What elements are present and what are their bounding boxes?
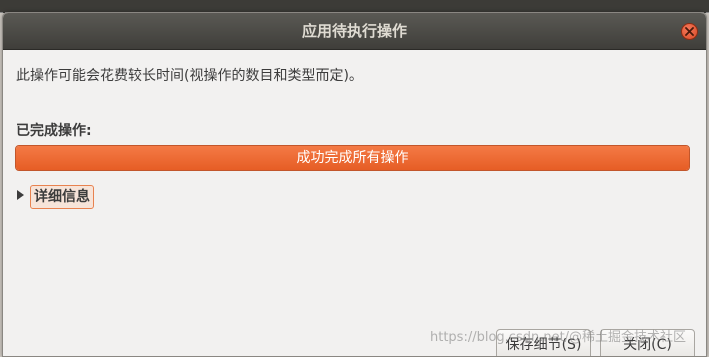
watermark: https://blog.csdn.net/@稀土掘金技术社区 — [430, 330, 687, 345]
expander-arrow-icon — [17, 190, 24, 200]
close-icon — [685, 27, 694, 36]
completed-operations-label: 已完成操作: — [16, 123, 92, 139]
close-window-button[interactable] — [681, 23, 698, 40]
details-label[interactable]: 详细信息 — [30, 185, 94, 209]
titlebar: 应用待执行操作 — [3, 13, 706, 50]
pending-operations-dialog: 应用待执行操作 此操作可能会花费较长时间(视操作的数目和类型而定)。 已完成操作… — [2, 12, 707, 357]
progress-text: 成功完成所有操作 — [296, 150, 409, 166]
window-title: 应用待执行操作 — [301, 22, 407, 40]
progress-bar: 成功完成所有操作 — [15, 145, 690, 171]
info-message: 此操作可能会花费较长时间(视操作的数目和类型而定)。 — [16, 68, 363, 84]
